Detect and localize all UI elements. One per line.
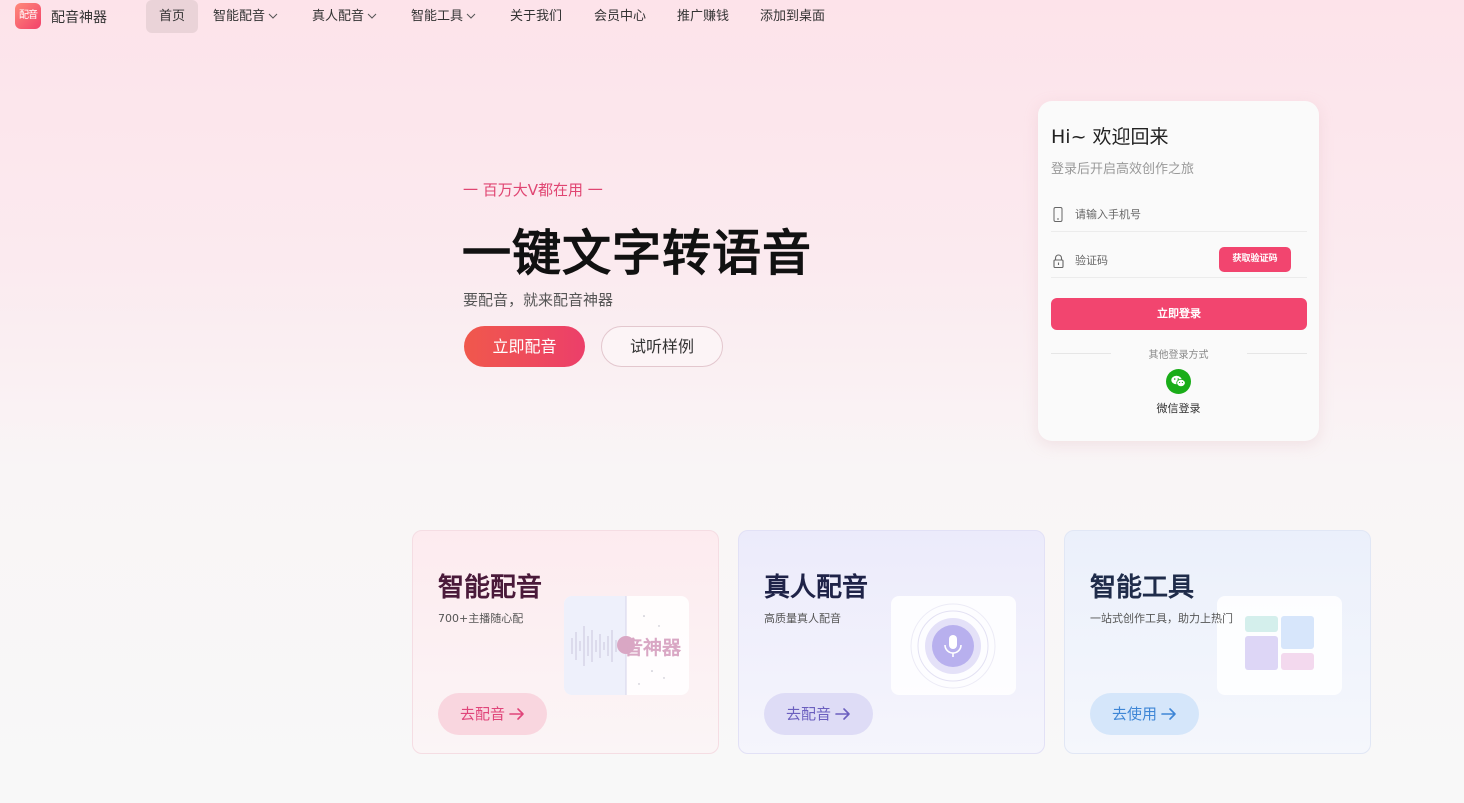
login-card: Hi~ 欢迎回来 登录后开启高效创作之旅 获取验证码 立即登录 其他登录方式 微… xyxy=(1038,101,1319,441)
code-input[interactable] xyxy=(1075,248,1225,272)
chevron-down-icon xyxy=(466,13,476,19)
nav-item-human-dubbing[interactable]: 真人配音 xyxy=(312,0,377,33)
waveform-illustration: 音神器 xyxy=(564,596,689,695)
login-title: Hi~ 欢迎回来 xyxy=(1051,126,1169,148)
go-dubbing-button[interactable]: 去配音 xyxy=(764,693,873,735)
nav-item-about[interactable]: 关于我们 xyxy=(510,0,562,33)
visual-brand-text: 音神器 xyxy=(624,637,682,659)
chevron-down-icon xyxy=(268,13,278,19)
phone-field xyxy=(1051,196,1307,232)
nav-item-label: 真人配音 xyxy=(312,9,365,24)
card-button-label: 去使用 xyxy=(1111,705,1157,723)
microphone-illustration xyxy=(891,596,1016,695)
nav-item-label: 添加到桌面 xyxy=(760,9,826,24)
feature-card-human-dubbing[interactable]: 真人配音 高质量真人配音 去配音 xyxy=(738,530,1045,754)
chevron-down-icon xyxy=(367,13,377,19)
wechat-icon[interactable] xyxy=(1166,369,1191,394)
tools-grid-illustration xyxy=(1217,596,1342,695)
code-field: 获取验证码 xyxy=(1051,242,1307,278)
other-login-label: 其他登录方式 xyxy=(1148,350,1209,361)
hero-headline: 一键文字转语音 xyxy=(462,225,813,282)
card-button-label: 去配音 xyxy=(459,705,505,723)
wechat-login-label: 微信登录 xyxy=(1156,402,1201,415)
nav-item-label: 会员中心 xyxy=(594,9,647,24)
start-dubbing-button[interactable]: 立即配音 xyxy=(464,326,585,367)
nav-item-add-desktop[interactable]: 添加到桌面 xyxy=(760,0,825,33)
nav-item-home[interactable]: 首页 xyxy=(146,0,199,33)
top-nav: 配音 配音神器 首页 智能配音 真人配音 智能工具 关于我们 会员中心 推广赚钱… xyxy=(0,0,1464,33)
card-title: 智能配音 xyxy=(438,573,543,603)
listen-sample-button[interactable]: 试听样例 xyxy=(601,326,723,367)
arrow-right-icon xyxy=(835,695,851,737)
nav-item-label: 关于我们 xyxy=(510,9,563,24)
go-dubbing-button[interactable]: 去配音 xyxy=(438,693,547,735)
login-subtitle: 登录后开启高效创作之旅 xyxy=(1051,162,1195,177)
logo-icon[interactable]: 配音 xyxy=(15,3,41,29)
lock-icon xyxy=(1053,253,1064,272)
nav-item-smart-tools[interactable]: 智能工具 xyxy=(411,0,476,33)
nav-item-label: 智能工具 xyxy=(411,9,464,24)
card-desc: 高质量真人配音 xyxy=(764,612,841,625)
nav-item-label: 智能配音 xyxy=(213,9,266,24)
arrow-right-icon xyxy=(1161,695,1177,737)
hero-subline: 要配音，就来配音神器 xyxy=(463,291,614,309)
feature-card-smart-dubbing[interactable]: 智能配音 700+主播随心配 音神器 去配音 xyxy=(412,530,719,754)
feature-card-smart-tools[interactable]: 智能工具 一站式创作工具，助力上热门 去使用 xyxy=(1064,530,1371,754)
brand-name[interactable]: 配音神器 xyxy=(51,7,107,27)
arrow-right-icon xyxy=(509,695,525,737)
nav-item-label: 推广赚钱 xyxy=(677,9,730,24)
card-desc: 700+主播随心配 xyxy=(438,612,524,625)
phone-icon xyxy=(1053,207,1063,226)
card-button-label: 去配音 xyxy=(785,705,831,723)
get-code-button[interactable]: 获取验证码 xyxy=(1219,247,1291,272)
login-button[interactable]: 立即登录 xyxy=(1051,298,1307,330)
nav-item-smart-dubbing[interactable]: 智能配音 xyxy=(213,0,278,33)
go-use-button[interactable]: 去使用 xyxy=(1090,693,1199,735)
phone-input[interactable] xyxy=(1075,202,1225,226)
card-title: 真人配音 xyxy=(764,573,869,603)
card-desc: 一站式创作工具，助力上热门 xyxy=(1090,612,1233,625)
card-title: 智能工具 xyxy=(1090,573,1195,603)
hero-tagline: 一 百万大V都在用 一 xyxy=(463,181,603,199)
nav-item-label: 首页 xyxy=(159,9,186,24)
nav-item-membership[interactable]: 会员中心 xyxy=(594,0,646,33)
nav-item-referral[interactable]: 推广赚钱 xyxy=(677,0,729,33)
